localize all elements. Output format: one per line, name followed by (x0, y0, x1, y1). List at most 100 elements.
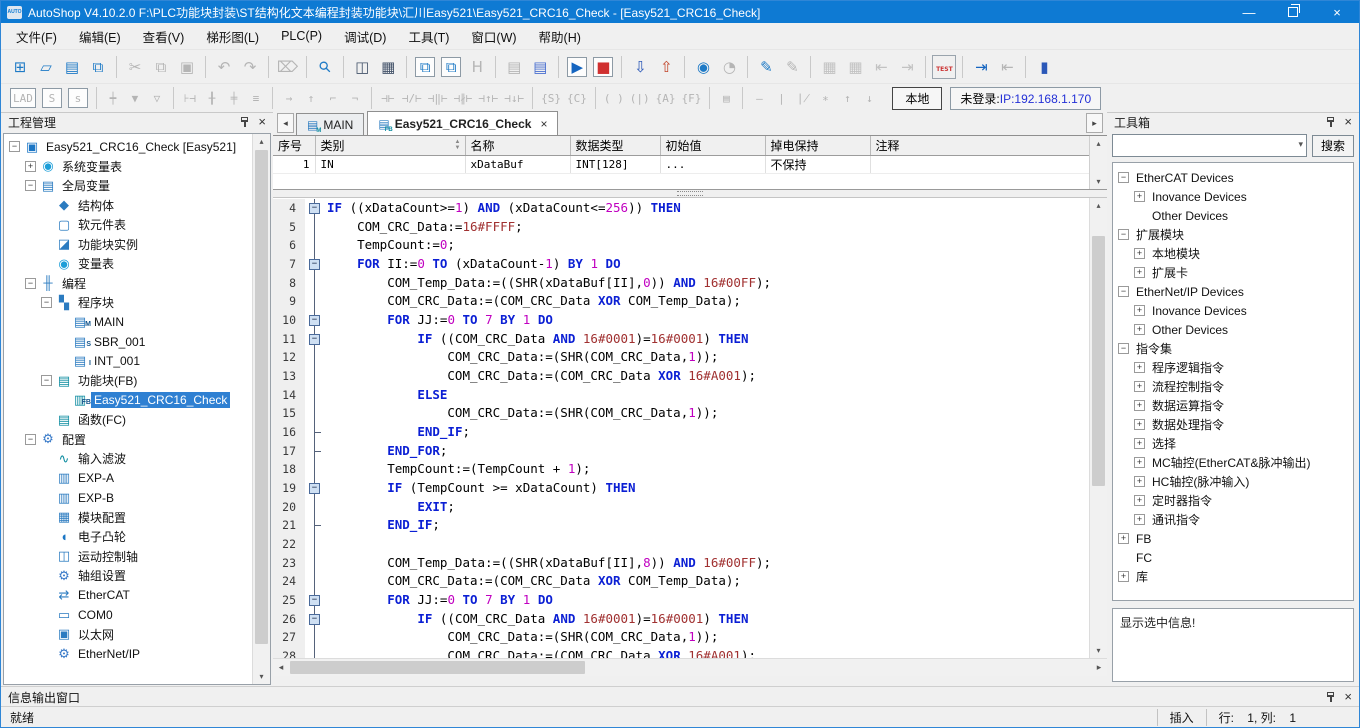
project-tree-item[interactable]: −╫编程 (4, 274, 270, 294)
net-down2-button[interactable]: ▽ (147, 88, 167, 108)
project-tree-item[interactable]: −⚙配置 (4, 430, 270, 450)
menu-item[interactable]: 窗口(W) (460, 23, 527, 50)
menu-item[interactable]: 帮助(H) (528, 23, 592, 50)
collapse-icon[interactable]: − (9, 141, 20, 152)
project-tree-item[interactable]: ▤MMAIN (4, 313, 270, 333)
code-line[interactable]: 26− IF ((COM_CRC_Data AND 16#0001)=16#00… (273, 610, 1090, 629)
code-line[interactable]: 5 COM_CRC_Data:=16#FFFF; (273, 218, 1090, 237)
oscilloscope-button[interactable]: ◔ (717, 55, 741, 79)
toolbox-tree-item[interactable]: +程序逻辑指令 (1113, 358, 1353, 377)
code-line[interactable]: 25− FOR JJ:=0 TO 7 BY 1 DO (273, 591, 1090, 610)
row-delete-button[interactable]: ⇥ (895, 55, 919, 79)
toolbox-tree-item[interactable]: +通讯指令 (1113, 510, 1353, 529)
toolbox-search-button[interactable]: 搜索 (1312, 135, 1354, 157)
project-tree-item[interactable]: ∿输入滤波 (4, 449, 270, 469)
code-line[interactable]: 9 COM_CRC_Data:=(COM_CRC_Data XOR COM_Te… (273, 292, 1090, 311)
expand-icon[interactable]: + (1134, 324, 1145, 335)
column-header[interactable]: 类别▲▼ (315, 136, 465, 156)
line-del-button[interactable]: ∤ (793, 88, 813, 108)
menu-item[interactable]: 调试(D) (333, 23, 397, 50)
close-panel-icon[interactable]: × (258, 117, 266, 127)
coil-out-button[interactable]: ( ) (602, 88, 626, 108)
redo-button[interactable]: ↷ (238, 55, 262, 79)
minimize-button[interactable]: — (1227, 1, 1271, 23)
dropdown-icon[interactable]: ▾ (1298, 139, 1303, 150)
code-line[interactable]: 15 COM_CRC_Data:=(SHR(COM_CRC_Data,1)); (273, 404, 1090, 423)
menu-item[interactable]: PLC(P) (270, 25, 333, 47)
hline-button[interactable]: — (749, 88, 769, 108)
run-button[interactable]: ▶ (567, 57, 587, 77)
vline-button[interactable]: | (771, 88, 791, 108)
download-button[interactable]: ⇩ (628, 55, 652, 79)
close-button[interactable]: × (1315, 1, 1359, 23)
code-line[interactable]: 10− FOR JJ:=0 TO 7 BY 1 DO (273, 311, 1090, 330)
toolbox-tree-item[interactable]: +数据处理指令 (1113, 415, 1353, 434)
code-line[interactable]: 24 COM_CRC_Data:=(COM_CRC_Data XOR COM_T… (273, 572, 1090, 591)
project-tree-item[interactable]: ◪功能块实例 (4, 235, 270, 255)
expand-icon[interactable]: + (1134, 362, 1145, 373)
code-line[interactable]: 27 COM_CRC_Data:=(SHR(COM_CRC_Data,1)); (273, 628, 1090, 647)
code-line[interactable]: 22 (273, 535, 1090, 554)
memory-card-button[interactable]: ▮ (1032, 55, 1056, 79)
arrow-right-button[interactable]: → (279, 88, 299, 108)
monitor-button[interactable]: ◉ (691, 55, 715, 79)
expand-icon[interactable]: + (1134, 305, 1145, 316)
project-tree-item[interactable]: ◫运动控制轴 (4, 547, 270, 567)
toolbox-search-input[interactable]: ▾ (1112, 134, 1307, 157)
login-button[interactable]: ⇥ (969, 55, 993, 79)
collapse-icon[interactable]: − (25, 434, 36, 445)
variable-table-scrollbar[interactable]: ▴ ▾ (1089, 136, 1107, 189)
column-header[interactable]: 初始值 (660, 136, 765, 156)
logout-button[interactable]: ⇤ (995, 55, 1019, 79)
project-tree-item[interactable]: −▤功能块(FB) (4, 371, 270, 391)
code-line[interactable]: 16 END_IF; (273, 423, 1090, 442)
find-button[interactable]: ⚲ (308, 50, 342, 84)
column-header[interactable]: 名称 (465, 136, 570, 156)
expand-icon[interactable]: + (1134, 476, 1145, 487)
code-line[interactable]: 12 COM_CRC_Data:=(SHR(COM_CRC_Data,1)); (273, 348, 1090, 367)
expand-icon[interactable]: + (1134, 191, 1145, 202)
project-tree-item[interactable]: ⇄EtherCAT (4, 586, 270, 606)
scroll-up-icon[interactable]: ▴ (1090, 136, 1107, 151)
toolbox-tree-item[interactable]: −EtherCAT Devices (1113, 168, 1353, 187)
collapse-icon[interactable]: − (309, 334, 320, 345)
window-export-button[interactable]: ⧉ (441, 57, 461, 77)
collapse-icon[interactable]: − (309, 203, 320, 214)
sync-to-plc-button[interactable]: ▦ (817, 55, 841, 79)
toolbox-tree-item[interactable]: +Inovance Devices (1113, 301, 1353, 320)
compile-button[interactable]: ▤ (502, 55, 526, 79)
code-line[interactable]: 4−IF ((xDataCount>=1) AND (xDataCount<=2… (273, 199, 1090, 218)
tab-main[interactable]: ▤MMAIN (296, 113, 364, 135)
project-tree-item[interactable]: ◉变量表 (4, 254, 270, 274)
branch-return-button[interactable]: ¬ (345, 88, 365, 108)
toolbox-tree-item[interactable]: −EtherNet/IP Devices (1113, 282, 1353, 301)
project-tree-item[interactable]: −▤全局变量 (4, 176, 270, 196)
collapse-icon[interactable]: − (309, 483, 320, 494)
app-inst-f-button[interactable]: {F} (680, 88, 704, 108)
expand-icon[interactable]: + (1134, 495, 1145, 506)
column-header[interactable]: 序号 (273, 136, 315, 156)
undo-button[interactable]: ↶ (212, 55, 236, 79)
close-panel-icon[interactable]: × (1344, 692, 1352, 702)
sfc-step2-button[interactable]: s (68, 88, 88, 108)
stop-button[interactable]: ■ (593, 57, 613, 77)
scroll-down-icon[interactable]: ▾ (253, 669, 270, 684)
code-line[interactable]: 14 ELSE (273, 386, 1090, 405)
rung-append-button[interactable]: ╂ (202, 88, 222, 108)
toolbox-tree-item[interactable]: −指令集 (1113, 339, 1353, 358)
project-tree-item[interactable]: ▤SSBR_001 (4, 332, 270, 352)
toolbox-tree-item[interactable]: +库 (1113, 567, 1353, 586)
scroll-left-icon[interactable]: ◂ (273, 659, 289, 676)
paste-button[interactable]: ▣ (175, 55, 199, 79)
contact-p-button[interactable]: ⊣‖⊢ (426, 88, 450, 108)
collapse-icon[interactable]: − (309, 595, 320, 606)
coil-reset-button[interactable]: {C} (565, 88, 589, 108)
cut-button[interactable]: ✂ (123, 55, 147, 79)
tab-easy521_crc16_check[interactable]: ▤FBEasy521_CRC16_Check× (367, 111, 558, 135)
offline-edit-button[interactable]: ✎ (780, 55, 804, 79)
compile-all-button[interactable]: ▤ (528, 55, 552, 79)
project-tree-item[interactable]: ⚙EtherNet/IP (4, 644, 270, 664)
sort-icon[interactable]: ▲▼ (455, 139, 461, 151)
toolbox-tree-item[interactable]: +MC轴控(EtherCAT&脉冲输出) (1113, 453, 1353, 472)
net-pole-button[interactable]: ┿ (103, 88, 123, 108)
